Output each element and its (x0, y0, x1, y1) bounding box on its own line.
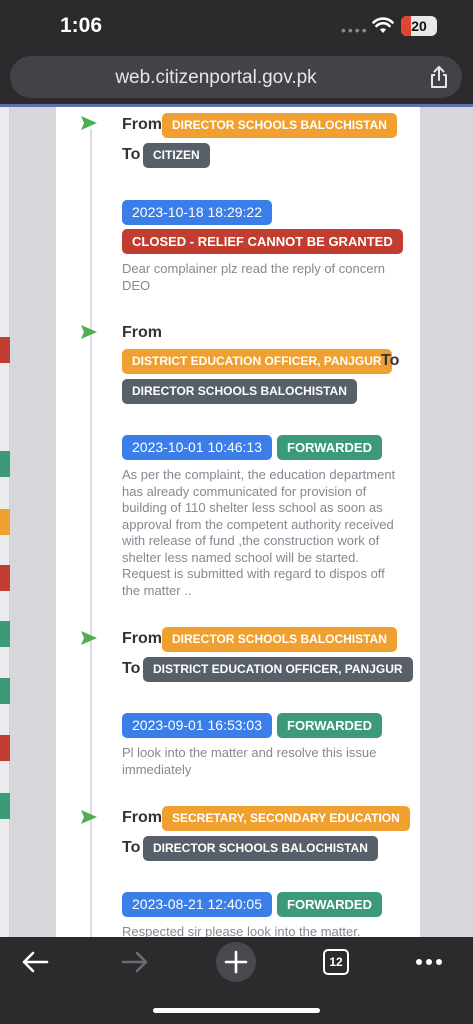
message-text: Respected sir please look into the matte… (122, 924, 361, 937)
row-status-tag (0, 621, 10, 647)
from-label: From (122, 809, 162, 826)
row-status-tag (0, 735, 10, 761)
home-indicator (153, 1008, 320, 1013)
row-status-tag (0, 793, 10, 819)
battery-level: 20 (411, 18, 427, 34)
send-arrow-icon (81, 116, 97, 130)
send-arrow-icon (81, 325, 97, 339)
row-status-tag (0, 678, 10, 704)
message-text: Dear complainer plz read the reply of co… (122, 261, 386, 293)
to-label: To (381, 352, 400, 369)
plus-icon[interactable] (216, 942, 256, 982)
status-badge: FORWARDED (277, 892, 382, 917)
from-label: From (122, 630, 162, 647)
status-badge: FORWARDED (277, 435, 382, 460)
send-arrow-icon (81, 810, 97, 824)
signal-dots-icon: •••• (341, 22, 369, 38)
status-badge: FORWARDED (277, 713, 382, 738)
to-badge: CITIZEN (143, 143, 210, 168)
status-time: 1:06 (60, 14, 103, 37)
share-icon[interactable] (428, 65, 450, 89)
left-table-edge (0, 107, 10, 937)
tab-count: 12 (329, 955, 343, 969)
to-label: To (122, 839, 141, 856)
row-status-tag (0, 509, 10, 535)
to-badge: DISTRICT EDUCATION OFFICER, PANJGUR (143, 657, 413, 682)
from-badge: SECRETARY, SECONDARY EDUCATION (162, 806, 410, 831)
to-label: To (122, 146, 141, 163)
from-badge: DIRECTOR SCHOOLS BALOCHISTAN (162, 627, 397, 652)
to-badge: DIRECTOR SCHOOLS BALOCHISTAN (143, 836, 378, 861)
row-status-tag (0, 337, 10, 363)
url-text[interactable]: web.citizenportal.gov.pk (10, 67, 422, 89)
date-badge: 2023-09-01 16:53:03 (122, 713, 272, 738)
message-text: As per the complaint, the education depa… (122, 467, 396, 598)
status-bar: 1:06 •••• 20 (0, 0, 473, 52)
send-arrow-icon (81, 631, 97, 645)
from-badge: DIRECTOR SCHOOLS BALOCHISTAN (162, 113, 397, 138)
back-icon[interactable] (21, 950, 49, 974)
date-badge: 2023-10-18 18:29:22 (122, 200, 272, 225)
message-text: Pl look into the matter and resolve this… (122, 745, 377, 777)
from-label: From (122, 324, 162, 341)
date-badge: 2023-10-01 10:46:13 (122, 435, 272, 460)
to-badge: DIRECTOR SCHOOLS BALOCHISTAN (122, 379, 357, 404)
wifi-icon (372, 17, 394, 33)
to-label: To (122, 660, 141, 677)
status-badge: CLOSED - RELIEF CANNOT BE GRANTED (122, 229, 403, 254)
from-badge: DISTRICT EDUCATION OFFICER, PANJGUR (122, 349, 392, 374)
date-badge: 2023-08-21 12:40:05 (122, 892, 272, 917)
row-status-tag (0, 565, 10, 591)
from-label: From (122, 116, 162, 133)
battery-indicator: 20 (401, 16, 437, 36)
forward-icon[interactable] (121, 950, 149, 974)
complaint-history-card: From DIRECTOR SCHOOLS BALOCHISTAN To CIT… (56, 107, 420, 937)
web-page[interactable]: From DIRECTOR SCHOOLS BALOCHISTAN To CIT… (0, 107, 473, 937)
row-status-tag (0, 451, 10, 477)
address-bar[interactable]: web.citizenportal.gov.pk (10, 56, 462, 98)
more-icon[interactable] (414, 957, 444, 967)
tabs-icon[interactable]: 12 (323, 949, 349, 975)
